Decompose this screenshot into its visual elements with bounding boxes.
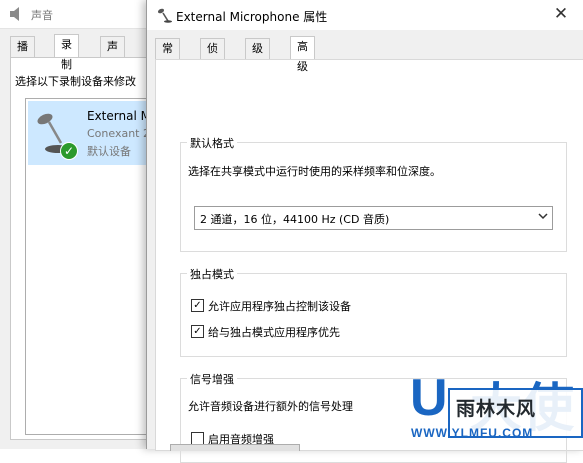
tab-general[interactable]: 常规 [155,38,180,75]
watermark-site-name: 雨林木风 [456,398,537,420]
watermark-url: WWW.YLMFU.COM [411,426,534,440]
sound-window-title: 声音 [31,9,53,22]
dialog-titlebar[interactable]: External Microphone 属性 ✕ [147,0,583,30]
recording-instruction: 选择以下录制设备来修改 [15,75,136,88]
sample-rate-value: 2 通道，16 位，44100 Hz (CD 音质) [200,213,390,226]
watermark-mark: U [410,369,450,427]
default-check-icon: ✓ [60,142,78,160]
exclusive-mode-title: 独占模式 [187,266,237,282]
tab-levels[interactable]: 级别 [245,38,270,75]
speaker-icon [9,7,25,24]
signal-enhancement-description: 允许音频设备进行额外的信号处理 [188,400,353,413]
tab-listen[interactable]: 侦听 [200,38,225,75]
device-driver: Conexant 2 [87,127,150,140]
device-status: 默认设备 [87,145,131,158]
tab-sounds[interactable]: 声音 [100,36,125,73]
exclusive-priority-checkbox[interactable]: ✓ [191,325,204,338]
close-icon[interactable]: ✕ [544,2,578,28]
exclusive-mode-group: 独占模式 [180,266,567,357]
allow-exclusive-label[interactable]: 允许应用程序独占控制该设备 [208,298,351,314]
default-format-description: 选择在共享模式中运行时使用的采样频率和位深度。 [188,165,441,178]
signal-enhancement-title: 信号增强 [187,371,237,387]
default-format-title: 默认格式 [187,135,237,151]
dialog-title: External Microphone 属性 [176,10,328,24]
sample-rate-dropdown[interactable]: 2 通道，16 位，44100 Hz (CD 音质) [194,206,553,230]
microphone-small-icon [157,7,173,26]
device-name: External Mi [87,109,155,123]
tab-advanced[interactable]: 高级 [290,36,315,73]
tab-playback[interactable]: 播放 [10,36,35,73]
tab-recording[interactable]: 录制 [54,34,79,71]
allow-exclusive-checkbox[interactable]: ✓ [191,299,204,312]
default-format-group: 默认格式 [180,135,567,252]
chevron-down-icon [538,211,548,224]
restore-defaults-button[interactable] [170,444,300,451]
exclusive-priority-label[interactable]: 给与独占模式应用程序优先 [208,324,340,340]
